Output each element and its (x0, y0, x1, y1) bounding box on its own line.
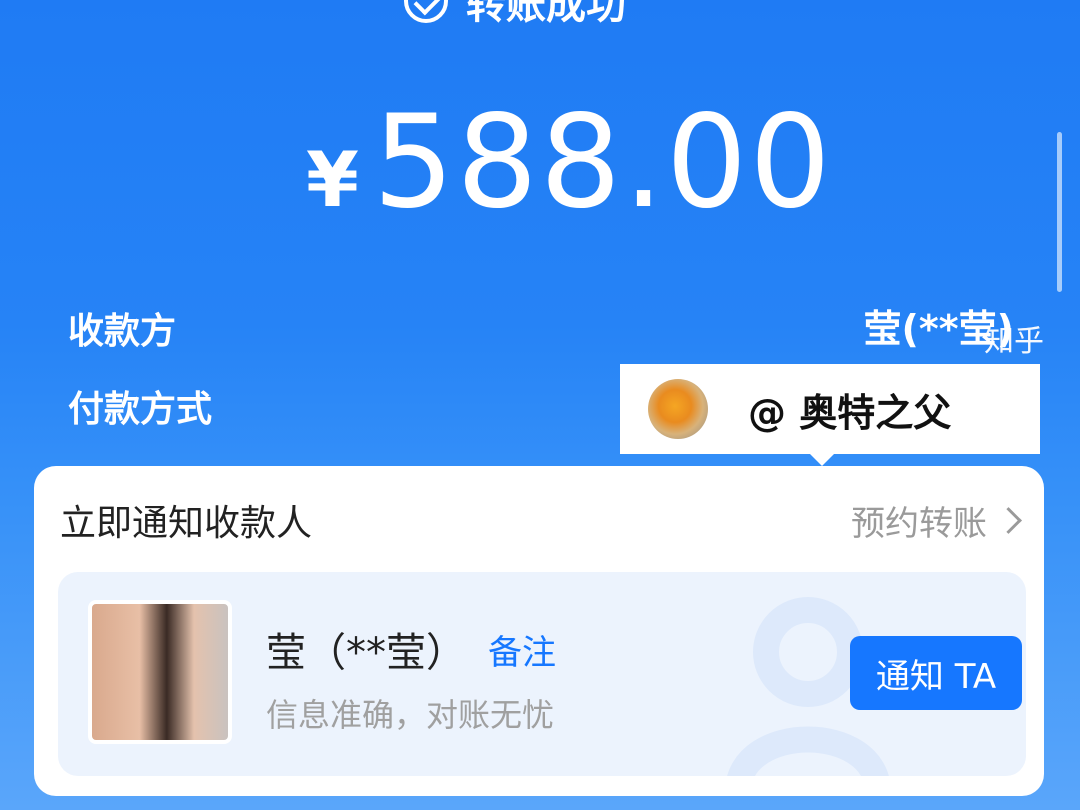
schedule-transfer-link[interactable]: 预约转账 (851, 496, 1022, 545)
check-circle-icon (404, 0, 448, 23)
payee-label: 收款方 (68, 311, 177, 352)
notify-ta-button[interactable]: 通知 TA (850, 636, 1022, 710)
transfer-status: 转账成功 (404, 0, 626, 30)
contact-avatar[interactable] (88, 600, 232, 744)
card-title: 立即通知收款人 (60, 503, 313, 544)
schedule-transfer-label: 预约转账 (851, 504, 987, 544)
contact-subtext: 信息准确，对账无忧 (266, 696, 555, 734)
tooltip-avatar (648, 379, 708, 439)
amount-value: 588.00 (372, 88, 833, 237)
overlay-tooltip: @ 奥特之父 (620, 364, 1040, 466)
status-text: 转账成功 (466, 0, 626, 28)
contact-name: 莹（**莹） (266, 630, 466, 676)
notify-card: 立即通知收款人 预约转账 莹（**莹） 备注 信息准确，对账无忧 通知 TA (34, 466, 1044, 796)
transfer-amount: ¥ 588.00 (306, 88, 833, 237)
chevron-right-icon (995, 507, 1022, 534)
payment-method-label: 付款方式 (68, 389, 213, 430)
remark-link[interactable]: 备注 (488, 625, 556, 674)
contact-name-row: 莹（**莹） 备注 (266, 620, 556, 678)
scrollbar[interactable] (1057, 132, 1062, 292)
contact-panel: 莹（**莹） 备注 信息准确，对账无忧 通知 TA (58, 572, 1026, 776)
tooltip-text: @ 奥特之父 (748, 390, 952, 435)
currency-symbol: ¥ (306, 135, 359, 224)
watermark: 知乎 (984, 324, 1044, 359)
